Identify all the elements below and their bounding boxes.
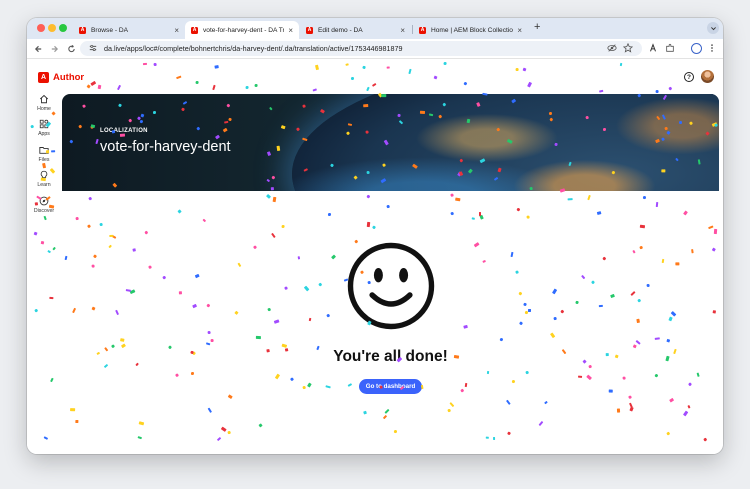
- tab-aem-block-collection[interactable]: A Home | AEM Block Collection ×: [413, 21, 528, 39]
- sidebar-item-home[interactable]: Home: [27, 94, 61, 112]
- avatar[interactable]: [701, 70, 714, 83]
- adobe-favicon-icon: A: [79, 26, 86, 34]
- completion-heading: You're all done!: [333, 348, 448, 365]
- adobe-favicon-icon: A: [306, 26, 313, 34]
- extensions-puzzle-icon[interactable]: [665, 43, 675, 56]
- adobe-extension-icon[interactable]: [648, 43, 658, 56]
- browser-window: A Browse - DA × A vote-for-harvey-dent -…: [27, 18, 723, 454]
- go-to-dashboard-button[interactable]: Go to dashboard: [359, 379, 422, 394]
- adobe-logo-icon: A: [38, 72, 49, 83]
- earth-background-image: [292, 94, 719, 191]
- sidebar-item-label: Files: [38, 157, 50, 163]
- sidebar-item-discover[interactable]: Discover: [27, 196, 61, 214]
- address-url: da.live/apps/loc#/complete/bohnertchris/…: [104, 44, 403, 53]
- browser-menu-icon[interactable]: [710, 43, 714, 56]
- sidebar-item-learn[interactable]: Learn: [27, 170, 61, 188]
- compass-icon: [39, 196, 49, 206]
- hero-banner: LOCALIZATION vote-for-harvey-dent: [62, 94, 719, 191]
- sidebar-item-label: Home: [37, 106, 51, 112]
- site-info-icon[interactable]: [89, 44, 97, 54]
- tab-translation[interactable]: A vote-for-harvey-dent - DA Tr ×: [185, 21, 299, 39]
- back-button[interactable]: [34, 43, 43, 59]
- reload-icon: [68, 44, 75, 53]
- close-window-button[interactable]: [37, 24, 45, 32]
- sidebar-item-label: Discover: [33, 208, 55, 214]
- brand-name: Author: [53, 72, 85, 83]
- smiley-icon: [347, 242, 435, 330]
- tab-browse[interactable]: A Browse - DA ×: [73, 21, 185, 39]
- tab-close-icon[interactable]: ×: [288, 26, 293, 35]
- tracking-protection-icon[interactable]: [607, 43, 617, 56]
- profile-icon[interactable]: [691, 43, 702, 54]
- adobe-favicon-icon: A: [191, 26, 198, 34]
- apps-icon: [39, 119, 49, 129]
- app-brand[interactable]: A Author: [38, 72, 84, 83]
- new-tab-button[interactable]: +: [534, 21, 540, 33]
- folder-icon: [39, 147, 49, 154]
- reload-button[interactable]: [67, 43, 76, 59]
- arrow-right-icon: [51, 45, 59, 53]
- lightbulb-icon: [40, 170, 48, 180]
- tab-close-icon[interactable]: ×: [174, 26, 179, 35]
- help-icon[interactable]: ?: [684, 72, 694, 82]
- home-icon: [39, 94, 49, 104]
- sidebar-item-label: Apps: [38, 131, 50, 137]
- arrow-left-icon: [34, 45, 42, 53]
- tab-edit-demo[interactable]: A Edit demo - DA ×: [300, 21, 411, 39]
- adobe-favicon-icon: A: [419, 26, 426, 34]
- address-bar[interactable]: da.live/apps/loc#/complete/bohnertchris/…: [80, 41, 642, 56]
- project-title: vote-for-harvey-dent: [100, 139, 231, 155]
- forward-button[interactable]: [50, 43, 59, 59]
- bookmark-star-icon[interactable]: [622, 42, 634, 56]
- tab-search-button[interactable]: [707, 22, 719, 34]
- sidebar-item-files[interactable]: Files: [27, 145, 61, 163]
- app-content: A Author ? Home Apps Files Learn Discove…: [27, 60, 723, 454]
- sidebar-nav: Home Apps Files Learn Discover: [27, 94, 61, 454]
- hero-eyebrow: LOCALIZATION: [100, 128, 148, 134]
- tab-close-icon[interactable]: ×: [400, 26, 405, 35]
- browser-toolbar: da.live/apps/loc#/complete/bohnertchris/…: [27, 39, 723, 59]
- minimize-window-button[interactable]: [48, 24, 56, 32]
- sidebar-item-apps[interactable]: Apps: [27, 119, 61, 137]
- tab-close-icon[interactable]: ×: [517, 26, 522, 35]
- tab-strip: A Browse - DA × A vote-for-harvey-dent -…: [27, 18, 723, 39]
- sidebar-item-label: Learn: [37, 182, 51, 188]
- maximize-window-button[interactable]: [59, 24, 67, 32]
- chevron-down-icon: [710, 26, 716, 30]
